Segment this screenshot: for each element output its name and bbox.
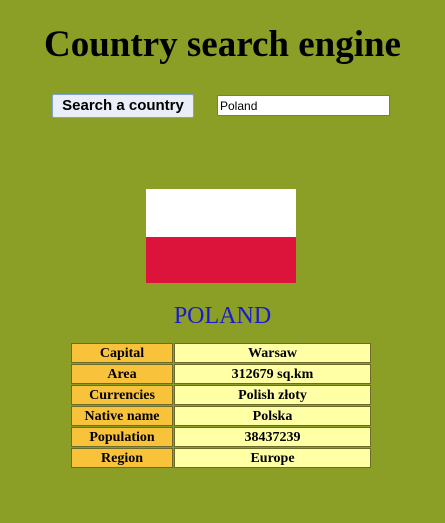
detail-value: Europe [174,448,371,468]
detail-value: Polish złoty [174,385,371,405]
page-title: Country search engine [44,24,401,65]
country-name-heading: POLAND [173,303,272,329]
detail-label: Region [71,448,173,468]
table-row-region: Region Europe [71,448,371,468]
detail-label: Currencies [71,385,173,405]
table-row-native-name: Native name Polska [71,406,371,426]
flag-white-stripe [146,189,296,237]
table-row-capital: Capital Warsaw [71,343,371,363]
detail-value: 38437239 [174,427,371,447]
detail-value: 312679 sq.km [174,364,371,384]
search-country-button[interactable]: Search a country [52,94,194,118]
country-details-table: Capital Warsaw Area 312679 sq.km Currenc… [70,342,372,469]
table-row-currencies: Currencies Polish złoty [71,385,371,405]
detail-label: Area [71,364,173,384]
detail-label: Capital [71,343,173,363]
detail-value: Warsaw [174,343,371,363]
country-flag-image [146,189,296,283]
detail-label: Population [71,427,173,447]
table-row-population: Population 38437239 [71,427,371,447]
detail-label: Native name [71,406,173,426]
country-search-input[interactable] [217,95,390,116]
flag-red-stripe [146,237,296,283]
table-row-area: Area 312679 sq.km [71,364,371,384]
detail-value: Polska [174,406,371,426]
